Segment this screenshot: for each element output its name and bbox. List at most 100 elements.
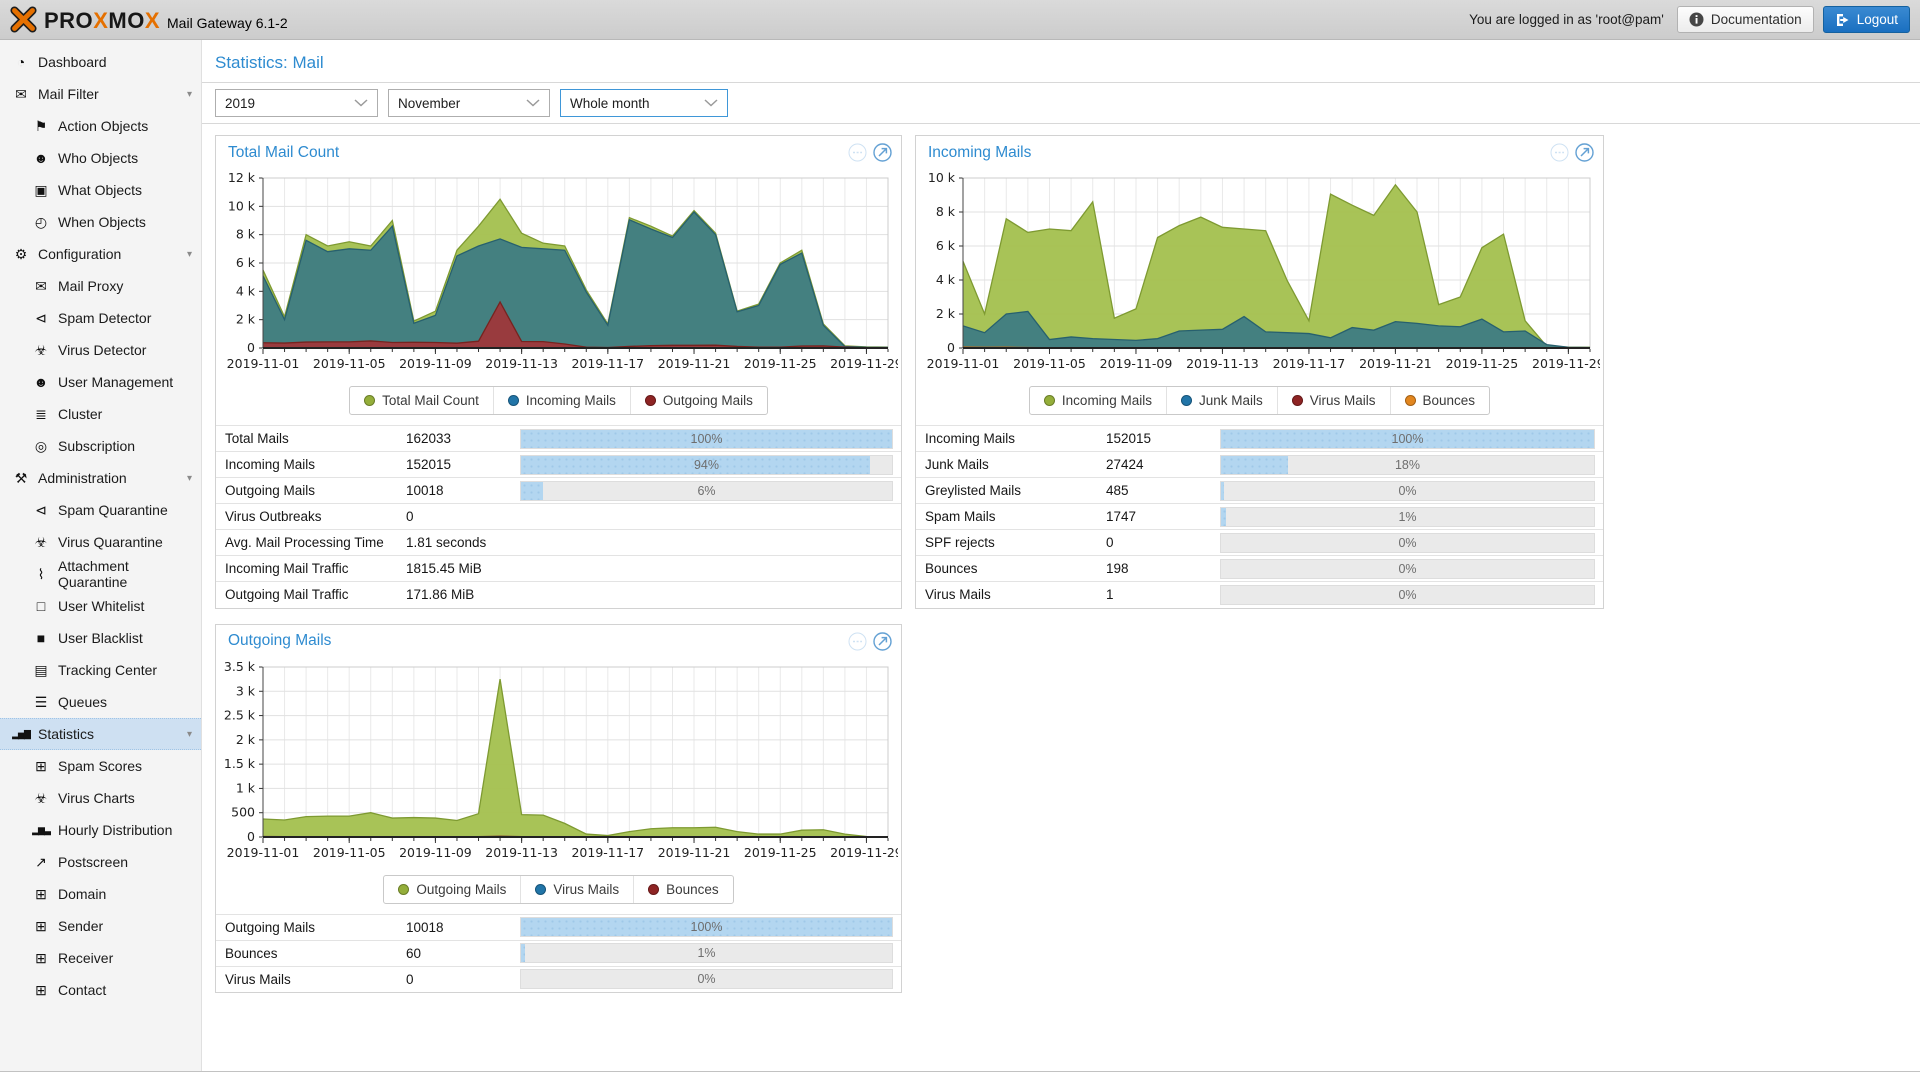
percent-bar: 100% bbox=[520, 917, 893, 937]
sidebar-item-sender[interactable]: ⊞Sender bbox=[0, 910, 201, 942]
sidebar-item-mail-proxy[interactable]: ✉Mail Proxy bbox=[0, 270, 201, 302]
panel-outgoing-mails: Outgoing Mails 3.5 k3 k2.5 k2 k1.5 k1 k5… bbox=[215, 624, 902, 994]
svg-text:2019-11-05: 2019-11-05 bbox=[313, 845, 386, 860]
sidebar-item-configuration[interactable]: ⚙Configuration▾ bbox=[0, 238, 201, 270]
legend-item-virus-mails[interactable]: Virus Mails bbox=[520, 876, 633, 903]
sidebar-item-domain[interactable]: ⊞Domain bbox=[0, 878, 201, 910]
sidebar-item-spam-scores[interactable]: ⊞Spam Scores bbox=[0, 750, 201, 782]
collapse-tool-icon[interactable] bbox=[848, 143, 867, 162]
panel-title: Incoming Mails bbox=[928, 144, 1031, 162]
sidebar-item-queues[interactable]: ☰Queues bbox=[0, 686, 201, 718]
legend-item-total-mail-count[interactable]: Total Mail Count bbox=[350, 387, 493, 414]
legend-item-junk-mails[interactable]: Junk Mails bbox=[1166, 387, 1277, 414]
sidebar-item-virus-quarantine[interactable]: ☣Virus Quarantine bbox=[0, 526, 201, 558]
sidebar-item-label: Spam Detector bbox=[58, 310, 151, 326]
row-bar-cell bbox=[520, 530, 901, 556]
chart-export-tool-icon[interactable] bbox=[873, 143, 892, 162]
sidebar-item-statistics[interactable]: ▂▅▇Statistics▾ bbox=[0, 718, 201, 750]
documentation-button[interactable]: Documentation bbox=[1677, 6, 1814, 33]
sidebar-item-postscreen[interactable]: ↗Postscreen bbox=[0, 846, 201, 878]
sidebar-item-spam-detector[interactable]: ⊲Spam Detector bbox=[0, 302, 201, 334]
chart-legend: Total Mail Count Incoming Mails Outgoing M… bbox=[349, 386, 768, 415]
when-objects-icon: ◴ bbox=[30, 214, 52, 231]
range-select[interactable]: Whole month bbox=[560, 89, 728, 117]
sidebar-item-label: Spam Scores bbox=[58, 758, 142, 774]
table-row: Outgoing Mails100186% bbox=[216, 478, 901, 504]
sidebar-item-when-objects[interactable]: ◴ When Objects bbox=[0, 206, 201, 238]
legend-label: Incoming Mails bbox=[1062, 393, 1152, 408]
sidebar-item-label: Mail Filter bbox=[38, 86, 99, 102]
row-bar-cell: 0% bbox=[520, 966, 901, 992]
subscription-icon: ◎ bbox=[30, 438, 52, 455]
table-row: Avg. Mail Processing Time1.81 seconds bbox=[216, 530, 901, 556]
table-row: Incoming Mails152015100% bbox=[916, 426, 1603, 452]
legend-item-incoming-mails[interactable]: Incoming Mails bbox=[1030, 387, 1166, 414]
table-row: Spam Mails17471% bbox=[916, 504, 1603, 530]
sidebar-item-virus-charts[interactable]: ☣Virus Charts bbox=[0, 782, 201, 814]
table-row: Virus Mails00% bbox=[216, 966, 901, 992]
expander-arrow-icon[interactable]: ▾ bbox=[187, 473, 192, 484]
expander-arrow-icon[interactable]: ▾ bbox=[187, 89, 192, 100]
row-value: 152015 bbox=[406, 452, 520, 478]
logout-button[interactable]: Logout bbox=[1823, 6, 1910, 33]
sidebar-item-contact[interactable]: ⊞Contact bbox=[0, 974, 201, 1006]
legend-item-bounces[interactable]: Bounces bbox=[1390, 387, 1490, 414]
legend-dot-icon bbox=[648, 884, 659, 895]
sidebar-item-what-objects[interactable]: ▣What Objects bbox=[0, 174, 201, 206]
svg-text:2019-11-13: 2019-11-13 bbox=[485, 845, 558, 860]
sidebar-item-label: User Whitelist bbox=[58, 598, 144, 614]
sidebar-item-label: When Objects bbox=[58, 214, 146, 230]
percent-bar: 6% bbox=[520, 481, 893, 501]
sidebar-item-dashboard[interactable]: ◔Dashboard bbox=[0, 46, 201, 78]
statistics-icon: ▂▅▇ bbox=[10, 729, 32, 740]
legend-item-outgoing-mails[interactable]: Outgoing Mails bbox=[630, 387, 767, 414]
row-value: 60 bbox=[406, 940, 520, 966]
month-select[interactable]: November bbox=[388, 89, 550, 117]
sidebar-item-spam-quarantine[interactable]: ⊲Spam Quarantine bbox=[0, 494, 201, 526]
legend-item-virus-mails[interactable]: Virus Mails bbox=[1277, 387, 1390, 414]
sidebar-item-cluster[interactable]: ≣Cluster bbox=[0, 398, 201, 430]
range-value: Whole month bbox=[570, 96, 650, 111]
legend-dot-icon bbox=[1292, 395, 1303, 406]
sidebar-item-user-management[interactable]: ☻User Management bbox=[0, 366, 201, 398]
sidebar-item-hourly-distribution[interactable]: ▂▆▃Hourly Distribution bbox=[0, 814, 201, 846]
sidebar-item-tracking-center[interactable]: ▤Tracking Center bbox=[0, 654, 201, 686]
sidebar-item-virus-detector[interactable]: ☣Virus Detector bbox=[0, 334, 201, 366]
sidebar-item-mail-filter[interactable]: ✉ Mail Filter ▾ bbox=[0, 78, 201, 110]
cluster-icon: ≣ bbox=[30, 406, 52, 423]
sidebar-item-administration[interactable]: ⚒Administration▾ bbox=[0, 462, 201, 494]
brand: PROXMOX Mail Gateway 6.1-2 bbox=[10, 6, 288, 33]
row-bar-cell: 100% bbox=[520, 914, 901, 940]
mail-filter-icon: ✉ bbox=[10, 86, 32, 103]
sidebar-item-subscription[interactable]: ◎Subscription bbox=[0, 430, 201, 462]
chart-export-tool-icon[interactable] bbox=[1575, 143, 1594, 162]
sidebar-item-action-objects[interactable]: ⚑Action Objects bbox=[0, 110, 201, 142]
sidebar-item-attachment-quarantine[interactable]: ⌇Attachment Quarantine bbox=[0, 558, 201, 590]
table-row: Outgoing Mails10018100% bbox=[216, 914, 901, 940]
chart-export-tool-icon[interactable] bbox=[873, 632, 892, 651]
expander-arrow-icon[interactable]: ▾ bbox=[187, 249, 192, 260]
sidebar-item-user-whitelist[interactable]: □User Whitelist bbox=[0, 590, 201, 622]
collapse-tool-icon[interactable] bbox=[848, 632, 867, 651]
row-value: 27424 bbox=[1106, 452, 1220, 478]
row-label: Outgoing Mails bbox=[216, 914, 406, 940]
row-label: Avg. Mail Processing Time bbox=[216, 530, 406, 556]
legend-item-incoming-mails[interactable]: Incoming Mails bbox=[493, 387, 630, 414]
collapse-tool-icon[interactable] bbox=[1550, 143, 1569, 162]
legend-dot-icon bbox=[398, 884, 409, 895]
info-icon bbox=[1689, 12, 1704, 27]
sidebar-item-who-objects[interactable]: ☻Who Objects bbox=[0, 142, 201, 174]
logout-icon bbox=[1835, 13, 1850, 27]
row-value: 152015 bbox=[1106, 426, 1220, 452]
percent-bar: 18% bbox=[1220, 455, 1595, 475]
sidebar-item-user-blacklist[interactable]: ■User Blacklist bbox=[0, 622, 201, 654]
expander-arrow-icon[interactable]: ▾ bbox=[187, 729, 192, 740]
legend-item-outgoing-mails[interactable]: Outgoing Mails bbox=[384, 876, 520, 903]
legend-label: Incoming Mails bbox=[526, 393, 616, 408]
year-select[interactable]: 2019 bbox=[215, 89, 378, 117]
row-bar-cell: 6% bbox=[520, 478, 901, 504]
legend-item-bounces[interactable]: Bounces bbox=[633, 876, 733, 903]
svg-text:4 k: 4 k bbox=[936, 272, 956, 287]
svg-text:2019-11-09: 2019-11-09 bbox=[399, 845, 472, 860]
sidebar-item-receiver[interactable]: ⊞Receiver bbox=[0, 942, 201, 974]
